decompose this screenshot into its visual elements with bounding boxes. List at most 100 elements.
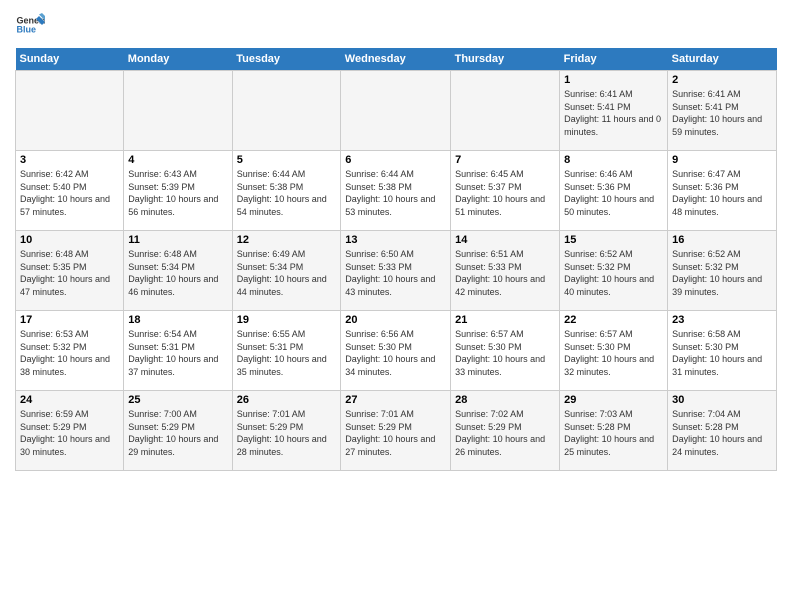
day-number: 24 bbox=[20, 394, 119, 406]
day-info: Sunrise: 6:47 AMSunset: 5:36 PMDaylight:… bbox=[672, 168, 772, 218]
calendar-cell: 11 Sunrise: 6:48 AMSunset: 5:34 PMDaylig… bbox=[124, 231, 232, 311]
weekday-header: Monday bbox=[124, 48, 232, 71]
calendar-cell: 26 Sunrise: 7:01 AMSunset: 5:29 PMDaylig… bbox=[232, 391, 341, 471]
calendar-week-row: 17 Sunrise: 6:53 AMSunset: 5:32 PMDaylig… bbox=[16, 311, 777, 391]
day-info: Sunrise: 6:52 AMSunset: 5:32 PMDaylight:… bbox=[672, 248, 772, 298]
calendar-cell: 10 Sunrise: 6:48 AMSunset: 5:35 PMDaylig… bbox=[16, 231, 124, 311]
calendar-cell: 6 Sunrise: 6:44 AMSunset: 5:38 PMDayligh… bbox=[341, 151, 451, 231]
day-number: 28 bbox=[455, 394, 555, 406]
calendar-cell bbox=[16, 71, 124, 151]
calendar-cell: 27 Sunrise: 7:01 AMSunset: 5:29 PMDaylig… bbox=[341, 391, 451, 471]
calendar-cell: 14 Sunrise: 6:51 AMSunset: 5:33 PMDaylig… bbox=[451, 231, 560, 311]
day-number: 22 bbox=[564, 314, 663, 326]
day-number: 1 bbox=[564, 74, 663, 86]
calendar-table: SundayMondayTuesdayWednesdayThursdayFrid… bbox=[15, 48, 777, 471]
day-info: Sunrise: 6:44 AMSunset: 5:38 PMDaylight:… bbox=[237, 168, 337, 218]
logo-icon: General Blue bbox=[15, 10, 45, 40]
day-info: Sunrise: 6:53 AMSunset: 5:32 PMDaylight:… bbox=[20, 328, 119, 378]
day-info: Sunrise: 6:52 AMSunset: 5:32 PMDaylight:… bbox=[564, 248, 663, 298]
day-info: Sunrise: 6:51 AMSunset: 5:33 PMDaylight:… bbox=[455, 248, 555, 298]
day-number: 13 bbox=[345, 234, 446, 246]
day-number: 11 bbox=[128, 234, 227, 246]
calendar-cell bbox=[232, 71, 341, 151]
calendar-cell: 30 Sunrise: 7:04 AMSunset: 5:28 PMDaylig… bbox=[668, 391, 777, 471]
day-number: 16 bbox=[672, 234, 772, 246]
calendar-cell: 23 Sunrise: 6:58 AMSunset: 5:30 PMDaylig… bbox=[668, 311, 777, 391]
day-info: Sunrise: 6:46 AMSunset: 5:36 PMDaylight:… bbox=[564, 168, 663, 218]
page-container: General Blue SundayMondayTuesdayWednesda… bbox=[0, 0, 792, 476]
calendar-cell: 1 Sunrise: 6:41 AMSunset: 5:41 PMDayligh… bbox=[560, 71, 668, 151]
calendar-cell bbox=[341, 71, 451, 151]
page-header: General Blue bbox=[15, 10, 777, 40]
day-info: Sunrise: 6:43 AMSunset: 5:39 PMDaylight:… bbox=[128, 168, 227, 218]
weekday-header: Tuesday bbox=[232, 48, 341, 71]
day-info: Sunrise: 6:44 AMSunset: 5:38 PMDaylight:… bbox=[345, 168, 446, 218]
day-number: 7 bbox=[455, 154, 555, 166]
day-number: 20 bbox=[345, 314, 446, 326]
day-number: 21 bbox=[455, 314, 555, 326]
day-number: 6 bbox=[345, 154, 446, 166]
calendar-week-row: 1 Sunrise: 6:41 AMSunset: 5:41 PMDayligh… bbox=[16, 71, 777, 151]
calendar-header: SundayMondayTuesdayWednesdayThursdayFrid… bbox=[16, 48, 777, 71]
weekday-header: Wednesday bbox=[341, 48, 451, 71]
calendar-body: 1 Sunrise: 6:41 AMSunset: 5:41 PMDayligh… bbox=[16, 71, 777, 471]
day-info: Sunrise: 6:48 AMSunset: 5:35 PMDaylight:… bbox=[20, 248, 119, 298]
weekday-header: Sunday bbox=[16, 48, 124, 71]
day-number: 26 bbox=[237, 394, 337, 406]
calendar-cell: 15 Sunrise: 6:52 AMSunset: 5:32 PMDaylig… bbox=[560, 231, 668, 311]
calendar-cell: 24 Sunrise: 6:59 AMSunset: 5:29 PMDaylig… bbox=[16, 391, 124, 471]
weekday-header: Friday bbox=[560, 48, 668, 71]
calendar-week-row: 24 Sunrise: 6:59 AMSunset: 5:29 PMDaylig… bbox=[16, 391, 777, 471]
weekday-row: SundayMondayTuesdayWednesdayThursdayFrid… bbox=[16, 48, 777, 71]
calendar-cell: 2 Sunrise: 6:41 AMSunset: 5:41 PMDayligh… bbox=[668, 71, 777, 151]
day-info: Sunrise: 6:41 AMSunset: 5:41 PMDaylight:… bbox=[672, 88, 772, 138]
day-info: Sunrise: 6:48 AMSunset: 5:34 PMDaylight:… bbox=[128, 248, 227, 298]
day-info: Sunrise: 7:01 AMSunset: 5:29 PMDaylight:… bbox=[345, 408, 446, 458]
day-number: 15 bbox=[564, 234, 663, 246]
weekday-header: Saturday bbox=[668, 48, 777, 71]
calendar-cell: 9 Sunrise: 6:47 AMSunset: 5:36 PMDayligh… bbox=[668, 151, 777, 231]
day-info: Sunrise: 6:45 AMSunset: 5:37 PMDaylight:… bbox=[455, 168, 555, 218]
day-info: Sunrise: 6:49 AMSunset: 5:34 PMDaylight:… bbox=[237, 248, 337, 298]
day-info: Sunrise: 6:57 AMSunset: 5:30 PMDaylight:… bbox=[564, 328, 663, 378]
calendar-cell: 12 Sunrise: 6:49 AMSunset: 5:34 PMDaylig… bbox=[232, 231, 341, 311]
calendar-cell: 20 Sunrise: 6:56 AMSunset: 5:30 PMDaylig… bbox=[341, 311, 451, 391]
day-number: 19 bbox=[237, 314, 337, 326]
calendar-cell: 22 Sunrise: 6:57 AMSunset: 5:30 PMDaylig… bbox=[560, 311, 668, 391]
day-info: Sunrise: 7:04 AMSunset: 5:28 PMDaylight:… bbox=[672, 408, 772, 458]
calendar-cell bbox=[124, 71, 232, 151]
day-number: 23 bbox=[672, 314, 772, 326]
calendar-cell: 5 Sunrise: 6:44 AMSunset: 5:38 PMDayligh… bbox=[232, 151, 341, 231]
calendar-cell: 16 Sunrise: 6:52 AMSunset: 5:32 PMDaylig… bbox=[668, 231, 777, 311]
day-info: Sunrise: 6:50 AMSunset: 5:33 PMDaylight:… bbox=[345, 248, 446, 298]
calendar-cell: 19 Sunrise: 6:55 AMSunset: 5:31 PMDaylig… bbox=[232, 311, 341, 391]
calendar-cell: 13 Sunrise: 6:50 AMSunset: 5:33 PMDaylig… bbox=[341, 231, 451, 311]
day-number: 8 bbox=[564, 154, 663, 166]
day-number: 30 bbox=[672, 394, 772, 406]
day-info: Sunrise: 6:56 AMSunset: 5:30 PMDaylight:… bbox=[345, 328, 446, 378]
day-info: Sunrise: 7:03 AMSunset: 5:28 PMDaylight:… bbox=[564, 408, 663, 458]
day-info: Sunrise: 6:59 AMSunset: 5:29 PMDaylight:… bbox=[20, 408, 119, 458]
calendar-week-row: 3 Sunrise: 6:42 AMSunset: 5:40 PMDayligh… bbox=[16, 151, 777, 231]
day-number: 18 bbox=[128, 314, 227, 326]
day-info: Sunrise: 6:57 AMSunset: 5:30 PMDaylight:… bbox=[455, 328, 555, 378]
day-info: Sunrise: 6:58 AMSunset: 5:30 PMDaylight:… bbox=[672, 328, 772, 378]
day-number: 2 bbox=[672, 74, 772, 86]
calendar-cell: 17 Sunrise: 6:53 AMSunset: 5:32 PMDaylig… bbox=[16, 311, 124, 391]
calendar-cell: 18 Sunrise: 6:54 AMSunset: 5:31 PMDaylig… bbox=[124, 311, 232, 391]
day-number: 12 bbox=[237, 234, 337, 246]
day-number: 25 bbox=[128, 394, 227, 406]
day-number: 5 bbox=[237, 154, 337, 166]
svg-text:Blue: Blue bbox=[17, 25, 37, 35]
calendar-cell: 29 Sunrise: 7:03 AMSunset: 5:28 PMDaylig… bbox=[560, 391, 668, 471]
day-number: 17 bbox=[20, 314, 119, 326]
calendar-cell: 3 Sunrise: 6:42 AMSunset: 5:40 PMDayligh… bbox=[16, 151, 124, 231]
calendar-cell bbox=[451, 71, 560, 151]
day-number: 3 bbox=[20, 154, 119, 166]
day-number: 4 bbox=[128, 154, 227, 166]
day-info: Sunrise: 6:41 AMSunset: 5:41 PMDaylight:… bbox=[564, 88, 663, 138]
day-info: Sunrise: 6:42 AMSunset: 5:40 PMDaylight:… bbox=[20, 168, 119, 218]
calendar-cell: 28 Sunrise: 7:02 AMSunset: 5:29 PMDaylig… bbox=[451, 391, 560, 471]
day-number: 9 bbox=[672, 154, 772, 166]
day-info: Sunrise: 6:54 AMSunset: 5:31 PMDaylight:… bbox=[128, 328, 227, 378]
